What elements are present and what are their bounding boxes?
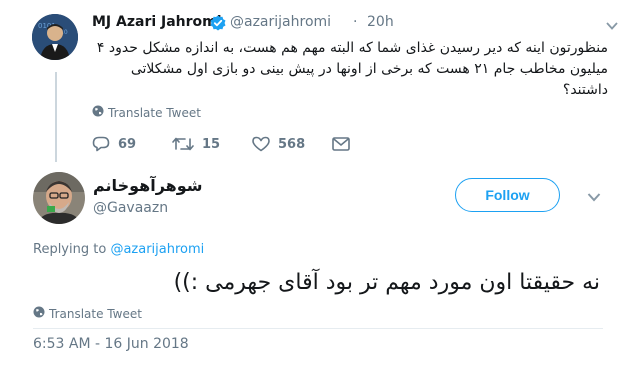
reply-button[interactable]: 69 [92, 136, 172, 152]
author-handle[interactable]: @Gavaazn [93, 200, 168, 216]
replying-prefix: Replying to [33, 242, 107, 257]
retweet-icon [172, 136, 194, 152]
separator: · [353, 14, 358, 30]
translate-label: Translate Tweet [49, 306, 142, 321]
follow-button[interactable]: Follow [455, 178, 560, 212]
retweet-button[interactable]: 15 [172, 136, 252, 152]
tweet-timestamp[interactable]: 6:53 AM - 16 Jun 2018 [33, 336, 189, 352]
reply-count: 69 [118, 136, 137, 152]
replying-to-link[interactable]: @azarijahromi [110, 242, 204, 257]
author-name[interactable]: شوهرآهوخانم [93, 176, 203, 195]
verified-icon [210, 15, 226, 31]
tweet-text: منظورتون اینه که دیر رسیدن غذای شما که ا… [96, 40, 608, 98]
like-button[interactable]: 568 [252, 136, 332, 152]
direct-message-button[interactable] [332, 137, 362, 151]
mail-icon [332, 137, 350, 151]
divider [33, 328, 603, 329]
tweet-actions: 69 15 568 [92, 134, 362, 154]
author-handle[interactable]: @azarijahromi [230, 14, 331, 30]
avatar[interactable] [33, 172, 85, 224]
translate-tweet-link[interactable]: Translate Tweet [33, 306, 142, 321]
author-name[interactable]: MJ Azari Jahromi [92, 14, 222, 30]
retweet-count: 15 [202, 136, 221, 152]
avatar[interactable]: 0101 10 [32, 14, 78, 60]
translate-label: Translate Tweet [108, 105, 201, 120]
tweet-text: نه حقیقتا اون مورد مهم تر بود آقای جهرمی… [173, 270, 600, 295]
thread-line [55, 72, 57, 162]
heart-icon [252, 136, 270, 152]
reply-icon [92, 136, 110, 152]
replying-to: Replying to @azarijahromi [33, 242, 204, 257]
globe-icon [92, 105, 104, 120]
chevron-down-icon[interactable] [587, 188, 601, 202]
tweet-time[interactable]: 20h [367, 14, 394, 30]
globe-icon [33, 306, 45, 321]
translate-tweet-link[interactable]: Translate Tweet [92, 105, 201, 120]
like-count: 568 [278, 136, 306, 152]
chevron-down-icon[interactable] [606, 16, 618, 30]
